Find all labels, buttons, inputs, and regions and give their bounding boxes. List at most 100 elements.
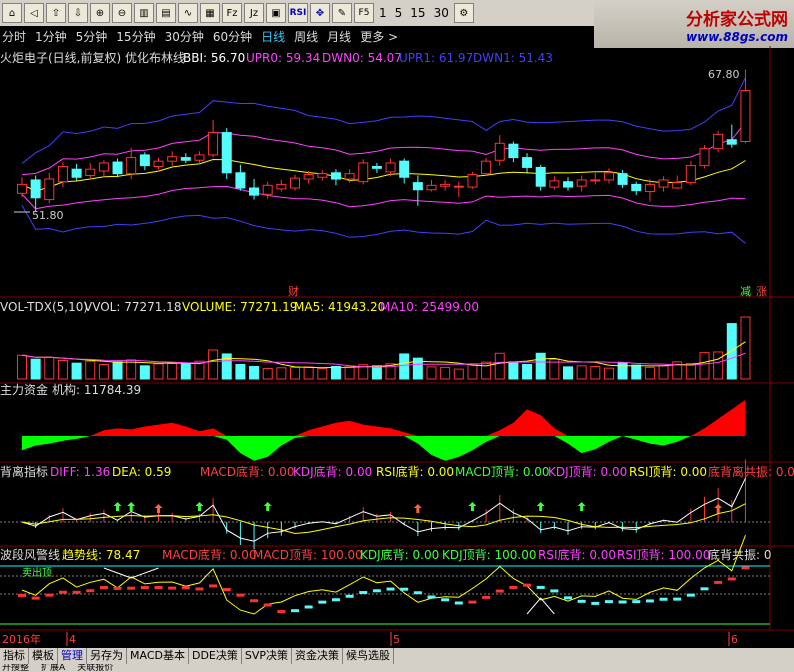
back-icon[interactable]: ◁ (24, 3, 44, 23)
date-june: 6 (731, 633, 738, 646)
money-positive-area (22, 399, 746, 436)
period-60min[interactable]: 60分钟 (213, 28, 252, 45)
candle-body (371, 166, 382, 169)
tab-indicator[interactable]: 指标 (0, 648, 29, 664)
candle-body (30, 179, 41, 199)
wave-dash-mark (209, 584, 218, 588)
period-more[interactable]: 更多 > (360, 28, 398, 45)
tab-manage[interactable]: 管理 (58, 648, 87, 664)
tab-houniao[interactable]: 候鸟选股 (343, 648, 395, 664)
date-april: 4 (69, 633, 76, 646)
period-1min[interactable]: 1分钟 (35, 28, 67, 45)
fiz-icon[interactable]: Fz (222, 3, 242, 23)
tick-icon[interactable]: ▦ (200, 3, 220, 23)
candle-body (358, 162, 369, 183)
down-arrow-icon (127, 502, 136, 511)
tab-dde[interactable]: DDE决策 (189, 648, 242, 664)
zoom-in-icon[interactable]: ⊕ (90, 3, 110, 23)
down-arrow-icon[interactable]: ⇩ (68, 3, 88, 23)
jiz-icon[interactable]: Jz (244, 3, 264, 23)
wave-dash-mark (495, 589, 504, 593)
candle-body (167, 156, 178, 162)
volume-bar (208, 349, 219, 380)
kline-icon[interactable]: ▥ (134, 3, 154, 23)
num-1[interactable]: 1 (376, 3, 390, 23)
wave-dash-mark (86, 589, 95, 593)
wave-dash-mark (441, 598, 450, 602)
volume-bar (167, 362, 178, 380)
tab2-kaisou[interactable]: 开搜整 (2, 664, 29, 672)
volume-bar (481, 361, 492, 380)
down-arrow-icon (195, 502, 204, 511)
bottom-tab-bar: 指标 模板 管理 另存为 MACD基本 DDE决策 SVP决策 资金决策 候鸟选… (0, 648, 794, 672)
f5-icon[interactable]: F5 (354, 3, 374, 23)
candle-body (644, 183, 655, 193)
wave-dash-mark (250, 599, 259, 603)
up-arrow-icon (413, 504, 422, 513)
candle-body (139, 154, 150, 167)
period-daily[interactable]: 日线 (261, 28, 285, 45)
move-icon[interactable]: ✥ (310, 3, 330, 23)
up-arrow-icon (714, 504, 723, 513)
high-price-label: 67.80 (708, 68, 740, 81)
volume-bar (153, 363, 164, 380)
wave-dash-mark (700, 587, 709, 591)
period-icon[interactable]: ▤ (156, 3, 176, 23)
wave-dash-mark (413, 591, 422, 595)
candle-body (276, 183, 287, 190)
volume-bar (262, 367, 273, 380)
wave-dash-mark (318, 600, 327, 604)
wave-kdj-dd: KDJ顶背: 100.00 (442, 548, 537, 562)
candle-body (17, 183, 27, 194)
volume-bar (453, 368, 464, 380)
num-5[interactable]: 5 (392, 3, 406, 23)
candle-body (658, 179, 669, 188)
period-15min[interactable]: 15分钟 (116, 28, 155, 45)
minute-icon[interactable]: ∿ (178, 3, 198, 23)
layout-icon[interactable]: ▣ (266, 3, 286, 23)
dwn1-line (21, 205, 746, 244)
draw-icon[interactable]: ✎ (332, 3, 352, 23)
candle-body (467, 174, 478, 188)
div-rsi-db: RSI底背: 0.00 (376, 464, 454, 479)
wave-dash-mark (386, 587, 395, 591)
logo-url: www.88gs.com (686, 29, 788, 44)
candle-body (508, 143, 519, 159)
candle-body (126, 157, 137, 175)
tab-template[interactable]: 模板 (29, 648, 58, 664)
rsi-icon[interactable]: RSI (288, 3, 308, 23)
volume-bar (30, 358, 41, 380)
period-30min[interactable]: 30分钟 (165, 28, 204, 45)
settings-icon[interactable]: ⚙ (453, 3, 474, 23)
candle-body (426, 184, 437, 191)
home-icon[interactable]: ⌂ (2, 3, 22, 23)
tab-svp[interactable]: SVP决策 (242, 648, 293, 664)
period-weekly[interactable]: 周线 (294, 28, 318, 45)
tab-macd[interactable]: MACD基本 (127, 648, 189, 664)
candle-body (535, 166, 546, 187)
site-logo: 分析家公式网 www.88gs.com (594, 0, 794, 48)
dwn1-label: DWN1: 51.43 (473, 51, 553, 65)
candle-body (576, 179, 587, 187)
tab-fund[interactable]: 资金决策 (292, 648, 344, 664)
candle-body (699, 148, 710, 167)
tab2-ext-a[interactable]: 扩展A (41, 664, 65, 672)
num-30[interactable]: 30 (431, 3, 452, 23)
zoom-out-icon[interactable]: ⊖ (112, 3, 132, 23)
up-arrow-icon[interactable]: ⇧ (46, 3, 66, 23)
wave-sell-marker: 卖出顶 (22, 566, 52, 579)
volume-bar (276, 367, 287, 380)
candle-body (399, 160, 410, 178)
volume-bar (631, 364, 642, 380)
chart-stage[interactable]: 火炬电子(日线,前复权) 优化布林线 BBI: 56.70 UPR0: 59.3… (0, 46, 794, 648)
volume-bar (699, 352, 710, 380)
wave-kdj-db: KDJ底背: 0.00 (360, 547, 439, 562)
tab-save-as[interactable]: 另存为 (87, 648, 127, 664)
tab2-related[interactable]: 关联报价 (77, 664, 113, 672)
period-fenshi[interactable]: 分时 (2, 28, 26, 45)
period-5min[interactable]: 5分钟 (76, 28, 108, 45)
wave-dash-mark (291, 609, 299, 613)
wave-dash-mark (168, 586, 177, 590)
period-monthly[interactable]: 月线 (327, 28, 351, 45)
num-15[interactable]: 15 (407, 3, 428, 23)
